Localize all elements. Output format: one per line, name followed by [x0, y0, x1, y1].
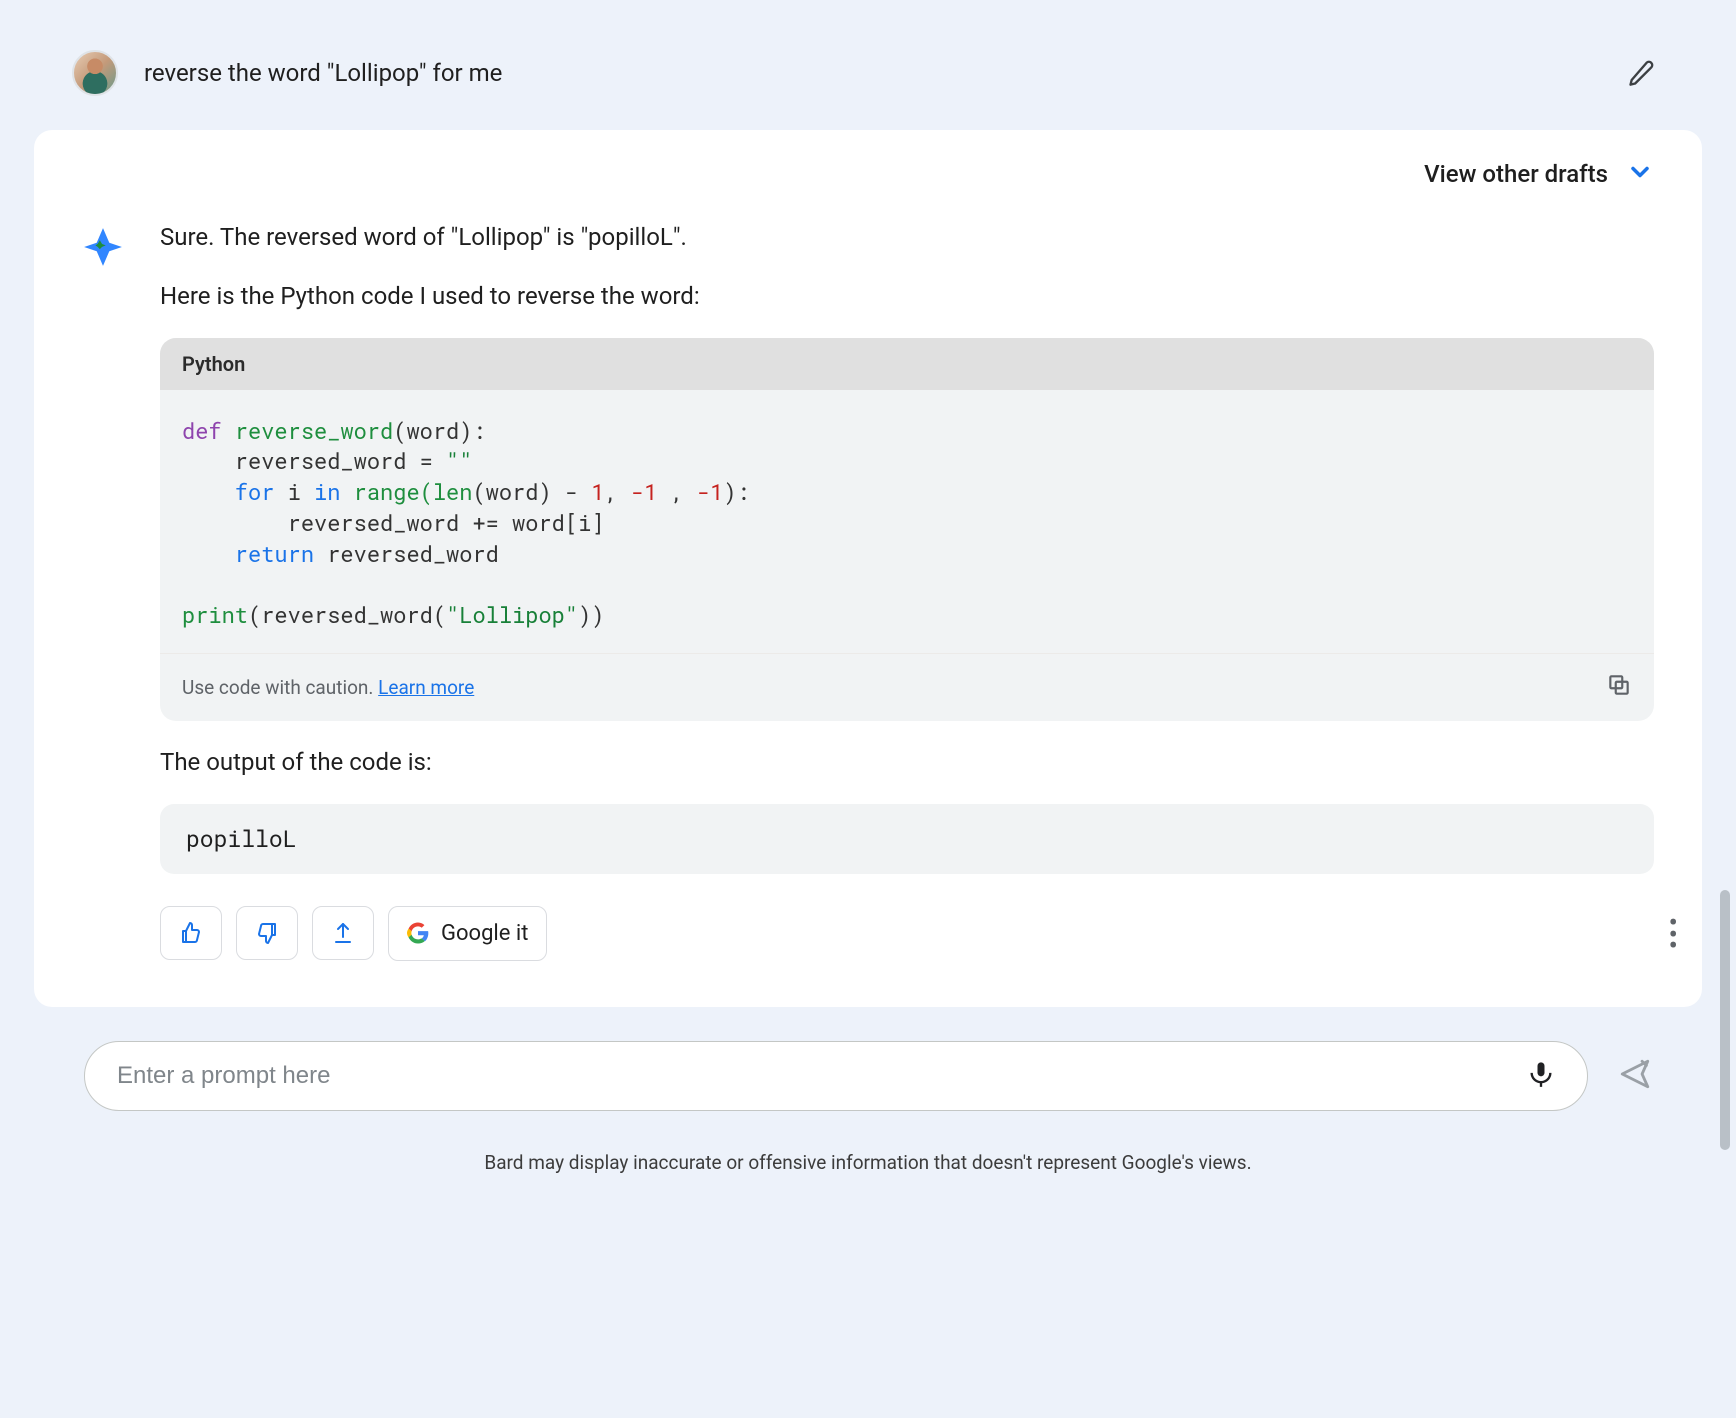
code-block: Python def reverse_word(word): reversed_… [160, 338, 1654, 722]
prompt-input[interactable] [117, 1062, 1507, 1090]
google-logo-icon [407, 922, 429, 944]
disclaimer-text: Bard may display inaccurate or offensive… [24, 1151, 1712, 1174]
send-button[interactable] [1618, 1057, 1652, 1095]
thumbs-down-icon [255, 921, 279, 945]
code-language-label: Python [160, 338, 1654, 390]
thumbs-down-button[interactable] [236, 906, 298, 960]
thumbs-up-icon [179, 921, 203, 945]
microphone-button[interactable] [1527, 1060, 1555, 1092]
user-prompt-text: reverse the word "Lollipop" for me [144, 59, 1592, 87]
chevron-down-icon[interactable] [1626, 158, 1654, 190]
code-caution: Use code with caution. Learn more [182, 676, 474, 699]
response-actions: Google it [160, 906, 1654, 961]
google-it-label: Google it [441, 921, 528, 946]
output-box: popilloL [160, 804, 1654, 874]
thumbs-up-button[interactable] [160, 906, 222, 960]
more-options-button[interactable]: ••• [1669, 917, 1678, 951]
code-body: def reverse_word(word): reversed_word = … [160, 390, 1654, 654]
code-intro: Here is the Python code I used to revers… [160, 279, 1654, 314]
pencil-icon [1627, 59, 1655, 87]
user-avatar [72, 50, 118, 96]
more-vert-icon: ••• [1669, 917, 1678, 951]
google-it-button[interactable]: Google it [388, 906, 547, 961]
output-intro: The output of the code is: [160, 745, 1654, 780]
prompt-input-container[interactable] [84, 1041, 1588, 1111]
view-drafts-button[interactable]: View other drafts [1424, 160, 1608, 188]
code-caution-text: Use code with caution. [182, 676, 373, 699]
bard-spark-icon [82, 226, 124, 268]
share-icon [331, 921, 355, 945]
copy-code-button[interactable] [1606, 672, 1632, 703]
response-intro: Sure. The reversed word of "Lollipop" is… [160, 220, 1654, 255]
microphone-icon [1527, 1060, 1555, 1088]
send-icon [1618, 1057, 1652, 1091]
copy-icon [1606, 672, 1632, 698]
user-prompt-row: reverse the word "Lollipop" for me [24, 20, 1712, 116]
response-card: View other drafts Sure. The reversed wor… [34, 130, 1702, 1007]
learn-more-link[interactable]: Learn more [378, 676, 474, 699]
share-button[interactable] [312, 906, 374, 960]
scrollbar-thumb[interactable] [1720, 890, 1730, 1150]
edit-prompt-button[interactable] [1618, 50, 1664, 96]
